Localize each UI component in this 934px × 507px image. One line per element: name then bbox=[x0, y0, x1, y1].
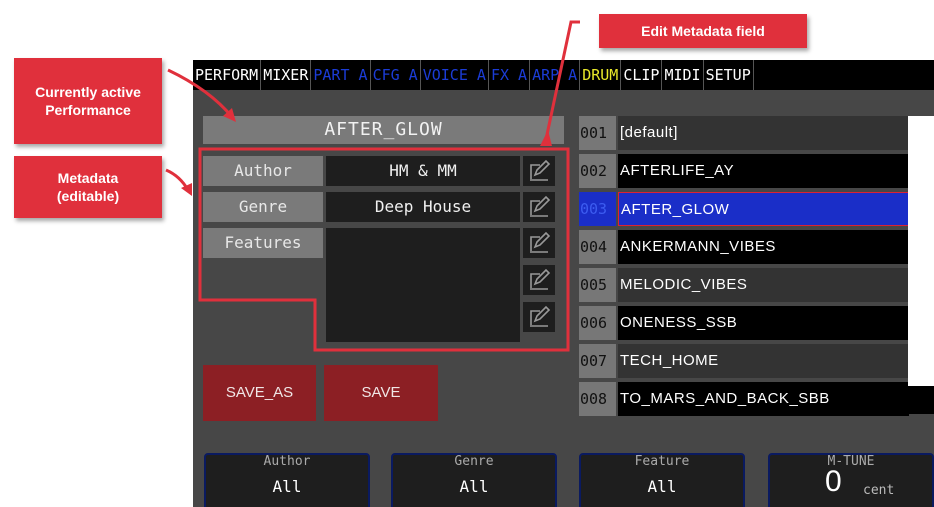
active-arrow bbox=[167, 68, 234, 118]
annotation-overlay bbox=[165, 20, 580, 352]
metadata-highlight-box bbox=[198, 147, 570, 352]
edit-arrow bbox=[543, 20, 580, 145]
